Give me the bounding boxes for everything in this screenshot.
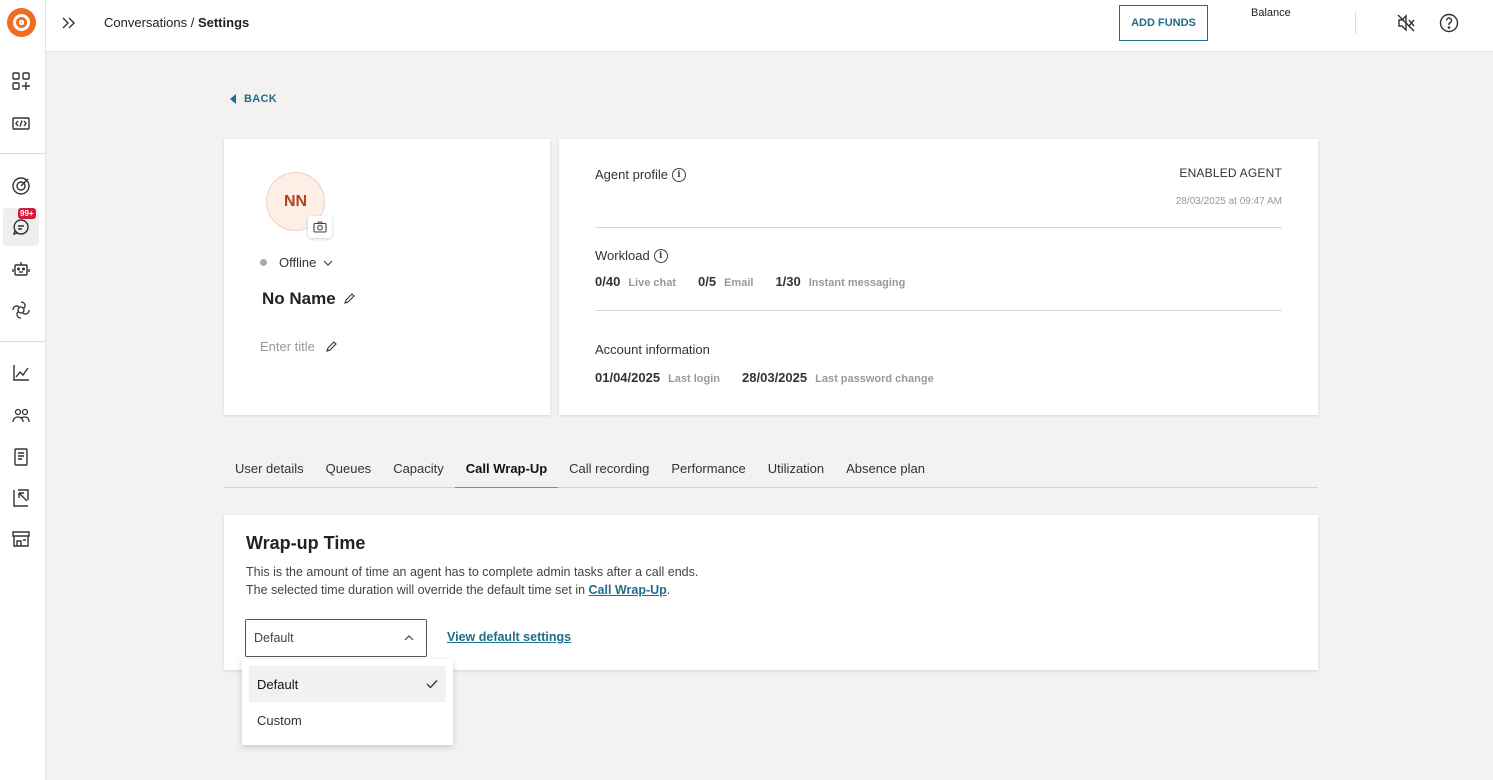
code-icon[interactable]	[9, 111, 33, 135]
title-placeholder: Enter title	[260, 339, 315, 354]
wrap-up-dropdown-menu: Default Custom	[242, 659, 453, 745]
last-login-label: Last login	[668, 373, 721, 385]
workload-label: Workload i	[595, 248, 668, 263]
tab-performance[interactable]: Performance	[660, 458, 756, 488]
status-dropdown[interactable]: Offline	[260, 255, 333, 270]
description-line-2: The selected time duration will override…	[246, 581, 698, 599]
description-prefix: The selected time duration will override…	[246, 583, 589, 597]
sidebar: 99+	[0, 0, 46, 780]
description-line-1: This is the amount of time an agent has …	[246, 565, 699, 579]
live-chat-label: Live chat	[628, 277, 676, 289]
view-default-settings-link[interactable]: View default settings	[447, 630, 571, 644]
help-icon[interactable]	[1439, 13, 1459, 33]
wrap-up-time-select[interactable]: Default	[245, 619, 427, 657]
back-label: BACK	[244, 93, 277, 105]
option-custom-label: Custom	[257, 712, 302, 728]
account-info-label: Account information	[595, 342, 710, 357]
chevron-up-icon	[404, 635, 414, 641]
camera-icon[interactable]	[308, 216, 332, 238]
title-field[interactable]: Enter title	[260, 339, 337, 354]
enabled-status: ENABLED AGENT	[1179, 166, 1282, 180]
email-label: Email	[724, 277, 754, 289]
breadcrumb-parent[interactable]: Conversations	[104, 15, 187, 30]
info-icon[interactable]: i	[672, 167, 686, 182]
select-value: Default	[254, 631, 294, 645]
book-icon[interactable]	[9, 445, 33, 469]
bot-icon[interactable]	[9, 257, 33, 281]
tab-user-details[interactable]: User details	[224, 458, 315, 488]
agent-profile-text: Agent profile	[595, 167, 668, 182]
top-bar: Conversations / Settings ADD FUNDS Balan…	[46, 0, 1493, 52]
last-password-label: Last password change	[815, 373, 934, 385]
status-label: Offline	[279, 255, 317, 270]
agent-profile-label: Agent profile i	[595, 167, 686, 182]
last-password-value: 28/03/2025	[742, 370, 808, 385]
agent-name: No Name	[262, 289, 355, 309]
wrap-up-description: This is the amount of time an agent has …	[246, 563, 698, 599]
app-logo[interactable]	[7, 8, 36, 37]
expand-sidebar-icon[interactable]	[60, 14, 78, 32]
description-suffix: .	[666, 583, 671, 597]
info-icon[interactable]: i	[653, 248, 668, 263]
people-icon[interactable]	[9, 403, 33, 427]
edit-name-icon[interactable]	[343, 293, 355, 305]
check-icon	[426, 680, 438, 689]
dashboard-icon[interactable]	[9, 69, 33, 93]
edit-title-icon[interactable]	[325, 340, 337, 353]
live-chat-value: 0/40	[595, 274, 621, 289]
chevron-down-icon	[323, 260, 333, 266]
option-custom[interactable]: Custom	[249, 702, 446, 738]
wrap-up-title: Wrap-up Time	[246, 533, 366, 553]
option-default[interactable]: Default	[249, 666, 446, 702]
store-icon[interactable]	[9, 527, 33, 551]
sound-off-icon[interactable]	[1396, 13, 1416, 33]
add-funds-button[interactable]: ADD FUNDS	[1119, 5, 1208, 41]
target-icon[interactable]	[9, 174, 33, 198]
profile-card: NN Offline No Name Enter title	[224, 139, 550, 415]
enabled-date: 28/03/2025 at 09:47 AM	[1175, 196, 1282, 207]
tab-bar: User details Queues Capacity Call Wrap-U…	[224, 458, 1318, 488]
call-wrap-up-link[interactable]: Call Wrap-Up	[589, 583, 667, 597]
breadcrumb: Conversations / Settings	[104, 15, 249, 30]
tab-call-recording[interactable]: Call recording	[558, 458, 660, 488]
tab-capacity[interactable]: Capacity	[382, 458, 455, 488]
email-value: 0/5	[698, 274, 717, 289]
im-value: 1/30	[775, 274, 801, 289]
back-link[interactable]: BACK	[230, 93, 277, 105]
agent-info-card: Agent profile i ENABLED AGENT 28/03/2025…	[559, 139, 1318, 415]
ai-icon[interactable]	[9, 298, 33, 322]
tab-utilization[interactable]: Utilization	[757, 458, 835, 488]
notification-badge: 99+	[18, 208, 36, 219]
tab-call-wrap-up[interactable]: Call Wrap-Up	[454, 458, 559, 488]
tab-queues[interactable]: Queues	[315, 458, 383, 488]
back-arrow-icon	[230, 94, 236, 104]
status-dot	[260, 259, 267, 266]
wrap-up-card: Wrap-up Time This is the amount of time …	[224, 515, 1318, 670]
breadcrumb-separator: /	[187, 15, 198, 30]
chart-icon[interactable]	[9, 361, 33, 385]
tab-absence-plan[interactable]: Absence plan	[835, 458, 936, 488]
workload-text: Workload	[595, 248, 650, 263]
workload-stats: 0/40 Live chat 0/5 Email 1/30 Instant messa…	[595, 274, 927, 289]
agent-name-text: No Name	[262, 289, 336, 308]
im-label: Instant messaging	[808, 277, 906, 289]
last-login-value: 01/04/2025	[595, 370, 661, 385]
account-stats: 01/04/2025 Last login 28/03/2025 Last pass…	[595, 370, 956, 385]
export-icon[interactable]	[9, 486, 33, 510]
breadcrumb-current: Settings	[197, 15, 250, 30]
option-default-label: Default	[257, 676, 299, 692]
balance-label: Balance	[1251, 7, 1291, 19]
